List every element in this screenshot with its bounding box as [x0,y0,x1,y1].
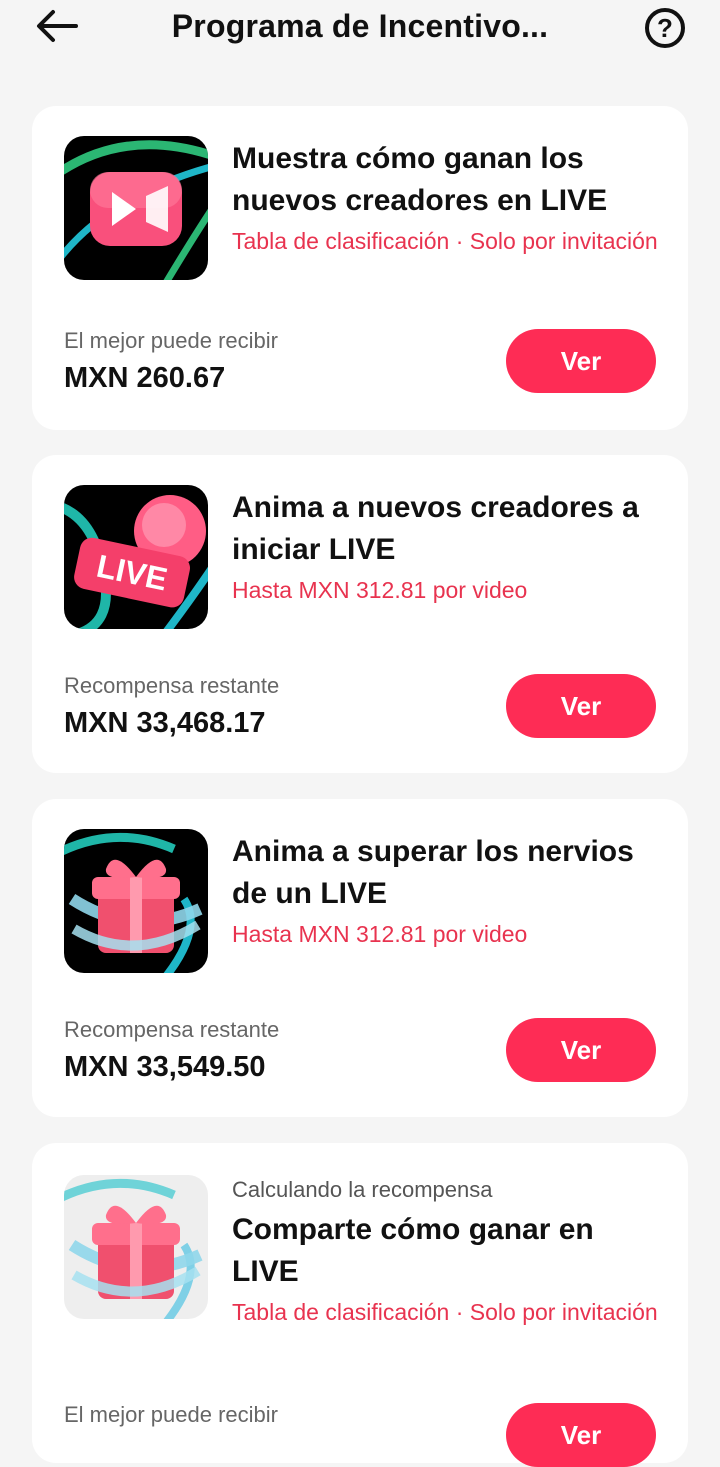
reward-label: Recompensa restante [64,673,280,698]
top-bar: Programa de Incentivo... ? [0,0,720,60]
reward-label: El mejor puede recibir [64,1402,278,1427]
reward-label: El mejor puede recibir [64,328,278,353]
card-subtitle: Hasta MXN 312.81 por video [232,921,528,947]
card-text: Anima a nuevos creadores a iniciar LIVE … [232,487,664,605]
card-text: Calculando la recompensa Comparte cómo g… [232,1175,664,1327]
back-button[interactable] [32,6,80,50]
reward-value: MXN 33,468.17 [64,707,266,739]
ver-button[interactable]: Ver [506,329,656,393]
gift-box-icon [64,1175,208,1319]
video-camera-icon [64,136,208,280]
reward-value: MXN 260.67 [64,362,226,394]
card-subtitle: Tabla de clasificación · Solo por invita… [232,228,658,254]
question-circle-icon: ? [645,8,685,48]
card-title: Anima a superar los nervios de un LIVE [232,835,634,910]
card-subtitle: Hasta MXN 312.81 por video [232,577,528,603]
incentive-card[interactable]: Muestra cómo ganan los nuevos creadores … [32,106,688,430]
card-title: Comparte cómo ganar en LIVE [232,1213,594,1288]
card-text: Muestra cómo ganan los nuevos creadores … [232,138,664,256]
card-title: Muestra cómo ganan los nuevos creadores … [232,142,608,217]
ver-button[interactable]: Ver [506,1403,656,1467]
incentive-card[interactable]: Calculando la recompensa Comparte cómo g… [32,1143,688,1467]
incentive-card[interactable]: LIVE Anima a nuevos creadores a iniciar … [32,455,688,773]
page-title: Programa de Incentivo... [171,8,549,44]
incentive-card[interactable]: Anima a superar los nervios de un LIVE H… [32,799,688,1117]
card-subtitle: Tabla de clasificación · Solo por invita… [232,1299,658,1325]
help-button[interactable]: ? [642,5,688,51]
card-title: Anima a nuevos creadores a iniciar LIVE [232,491,639,566]
ver-button[interactable]: Ver [506,674,656,738]
reward-value: MXN 33,549.50 [64,1051,266,1083]
live-badge-icon: LIVE [64,485,208,629]
arrow-left-icon [34,8,78,49]
calculating-label: Calculando la recompensa [232,1177,493,1202]
gift-box-icon [64,829,208,973]
card-text: Anima a superar los nervios de un LIVE H… [232,831,664,949]
ver-button[interactable]: Ver [506,1018,656,1082]
reward-label: Recompensa restante [64,1017,280,1042]
